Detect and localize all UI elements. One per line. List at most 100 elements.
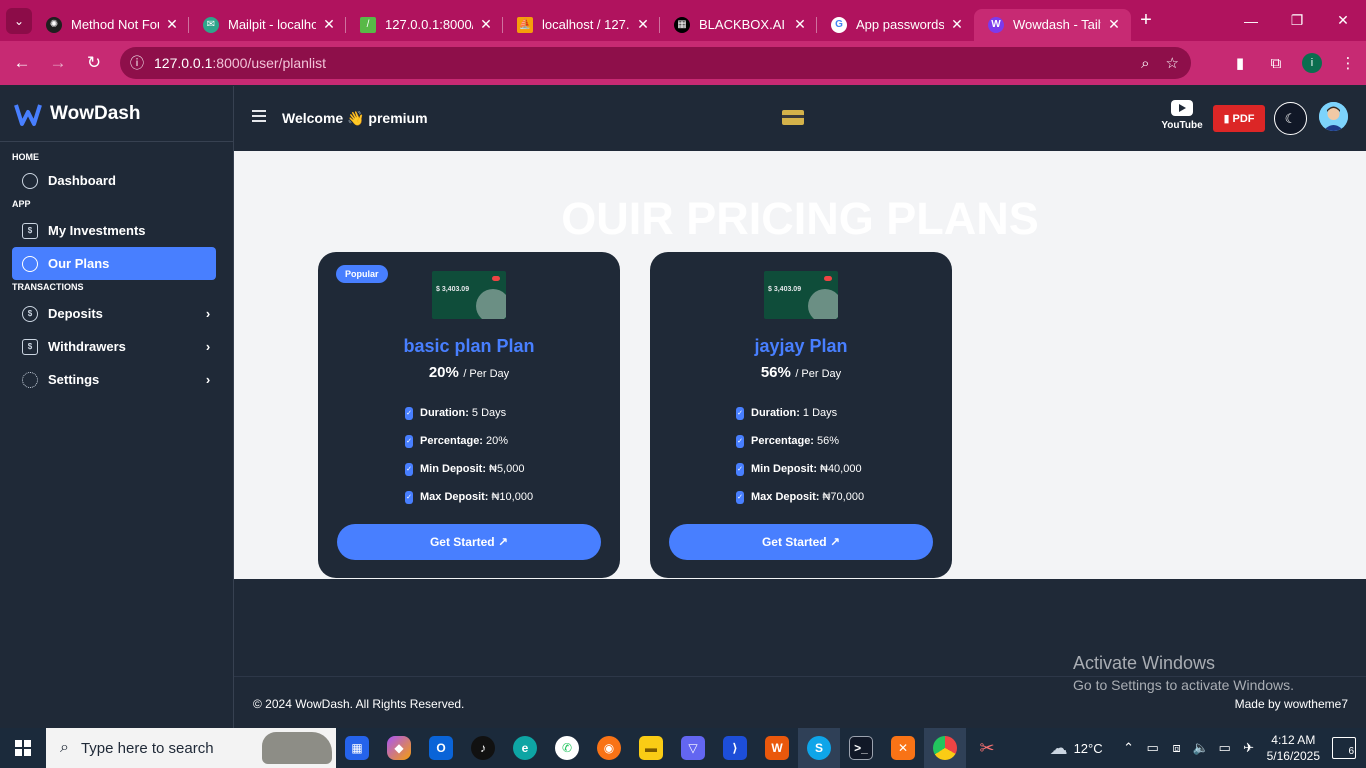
close-icon[interactable]: ✕ [636,16,650,33]
plan-rate-period: / Per Day [795,368,842,380]
feature-percentage: ✓ Percentage: 20% [405,434,509,448]
address-bar[interactable]: ⓘ 127.0.0.1:8000/user/planlist ⌕ ☆ [120,47,1191,79]
vpn-icon[interactable]: ▽ [672,728,714,768]
get-started-button[interactable]: Get Started ↗ [337,524,601,560]
terminal-icon[interactable]: >_ [840,728,882,768]
window-close-icon[interactable]: ✕ [1320,0,1366,41]
feature-min-deposit: ✓ Min Deposit: ₦5,000 [405,462,525,476]
close-icon[interactable]: ✕ [1107,16,1121,33]
feature-max-deposit: ✓ Max Deposit: ₦70,000 [736,490,865,504]
chrome-icon[interactable] [924,728,966,768]
edge-icon[interactable]: e [504,728,546,768]
avatar[interactable] [1319,102,1348,131]
zoom-icon[interactable]: ⌕ [1141,55,1149,72]
snipping-tool-icon[interactable]: ✂ [966,728,1008,768]
profile-avatar-icon[interactable]: i [1294,45,1330,81]
brand[interactable]: WowDash [0,86,233,142]
network-icon[interactable]: ⧈ [1165,740,1189,756]
volume-icon[interactable]: 🔈 [1189,740,1213,756]
skype-icon[interactable]: S [798,728,840,768]
brave-icon[interactable]: W [756,728,798,768]
mastercard-icon [492,276,500,281]
search-placeholder: Type here to search [80,739,214,757]
hamburger-menu-icon[interactable] [252,110,266,122]
check-icon: ✓ [736,490,744,504]
credit-card-icon[interactable] [782,110,804,125]
youtube-link[interactable]: YouTube [1160,100,1204,131]
file-explorer-icon[interactable]: ▬ [630,728,672,768]
welcome-text: Welcome 👋 premium [282,110,428,126]
page-title: OUIR PRICING PLANS [561,193,1039,244]
clock-time: 4:12 AM [1271,733,1316,747]
plan-name: jayjay Plan [754,336,848,356]
close-icon[interactable]: ✕ [950,16,964,33]
windows-taskbar: ⌕ Type here to search ▦ ◆ O ♪ e ✆ ◉ ▬ ▽ … [0,728,1366,768]
google-icon: G [831,16,847,33]
browser-tab[interactable]: ✺ Method Not Fou ✕ [32,9,189,41]
weather-cloud-icon[interactable]: ☁ [1044,738,1074,759]
tab-search-button[interactable]: ⌄ [6,7,32,34]
browser-tab[interactable]: ✉ Mailpit - localho ✕ [189,9,346,41]
phpmyadmin-icon: ⛵ [517,16,533,33]
tiktok-icon[interactable]: ♪ [462,728,504,768]
site-info-icon[interactable]: ⓘ [120,53,154,73]
weather-temperature[interactable]: 12°C [1074,741,1103,756]
theme-toggle-moon-icon[interactable]: ☾ [1274,102,1307,135]
forward-arrow-icon[interactable]: → [40,45,76,81]
browser-tab[interactable]: ⛵ localhost / 127.0 ✕ [503,9,660,41]
card-balance: $ 3,403.09 [436,286,470,293]
sidebar-item-investments[interactable]: $ My Investments [12,214,216,247]
whatsapp-icon[interactable]: ✆ [546,728,588,768]
extension-icon[interactable]: ▮ [1222,45,1258,81]
firefox-icon[interactable]: ◉ [588,728,630,768]
section-title-app: APP [12,199,31,209]
investment-icon: $ [22,222,38,239]
sidebar-item-withdrawers[interactable]: $ Withdrawers › [12,330,216,363]
feature-max-deposit: ✓ Max Deposit: ₦10,000 [405,490,534,504]
tab-title: Wowdash - Tailw [1013,17,1101,32]
browser-tab[interactable]: G App passwords ✕ [817,9,974,41]
browser-tab[interactable]: / 127.0.0.1:8000/lo ✕ [346,9,503,41]
vscode-icon[interactable]: ⟩ [714,728,756,768]
microsoft-store-icon[interactable]: ▦ [336,728,378,768]
reload-icon[interactable]: ↻ [76,45,112,81]
xampp-icon[interactable]: ✕ [882,728,924,768]
notifications-icon[interactable]: 6 [1332,737,1356,759]
close-icon[interactable]: ✕ [479,16,493,33]
sidebar-item-deposits[interactable]: $ Deposits › [12,297,216,330]
browser-tab[interactable]: ▦ BLACKBOX.AI ✕ [660,9,817,41]
battery-icon[interactable]: ▭ [1213,740,1237,756]
windows-start-icon[interactable] [0,728,46,768]
close-icon[interactable]: ✕ [165,16,179,33]
pdf-button[interactable]: ▮ PDF [1213,105,1265,132]
back-arrow-icon[interactable]: ← [4,45,40,81]
withdraw-icon: $ [22,338,38,355]
meet-now-icon[interactable]: ▭ [1141,740,1165,756]
new-tab-button[interactable]: + [1131,9,1161,32]
airplane-mode-icon[interactable]: ✈ [1237,740,1261,756]
sidebar-item-plans[interactable]: Our Plans [12,247,216,280]
browser-menu-icon[interactable]: ⋮ [1330,45,1366,81]
extensions-puzzle-icon[interactable]: ⧉ [1258,45,1294,81]
bookmark-star-icon[interactable]: ☆ [1166,54,1179,72]
restore-icon[interactable]: ❐ [1274,0,1320,41]
clock-date: 5/16/2025 [1266,749,1320,763]
browser-tab-active[interactable]: W Wowdash - Tailw ✕ [974,8,1131,41]
copilot-icon[interactable]: ◆ [378,728,420,768]
sidebar-item-settings[interactable]: Settings › [12,363,216,396]
close-icon[interactable]: ✕ [322,16,336,33]
close-icon[interactable]: ✕ [793,16,807,33]
feature-percentage: ✓ Percentage: 56% [736,434,840,448]
clock[interactable]: 4:12 AM 5/16/2025 [1267,732,1320,764]
chevron-up-icon[interactable]: ⌃ [1117,740,1141,756]
plan-rate-period: / Per Day [463,368,510,380]
outlook-icon[interactable]: O [420,728,462,768]
chevron-right-icon: › [205,306,211,321]
get-started-button[interactable]: Get Started ↗ [669,524,933,560]
url-path: :8000/user/planlist [212,55,327,71]
minimize-icon[interactable]: — [1228,0,1274,41]
sidebar-item-dashboard[interactable]: Dashboard [12,164,216,197]
taskbar-search-input[interactable]: ⌕ Type here to search [46,728,336,768]
check-icon: ✓ [736,406,744,420]
brand-name: WowDash [50,102,141,124]
